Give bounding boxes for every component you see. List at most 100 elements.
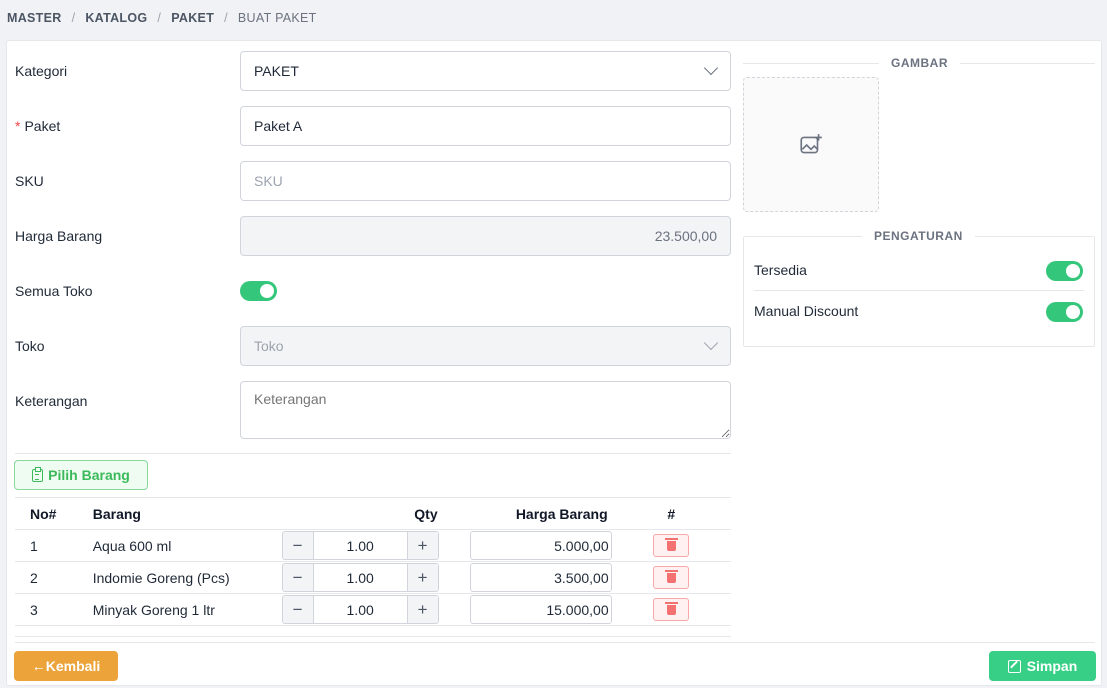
divider bbox=[15, 636, 731, 637]
toko-placeholder: Toko bbox=[254, 338, 284, 354]
kategori-row: Kategori PAKET bbox=[15, 51, 731, 91]
footer-divider bbox=[15, 642, 1095, 643]
harga-barang-input: 23.500,00 bbox=[240, 216, 731, 256]
delete-button[interactable] bbox=[653, 566, 690, 589]
breadcrumb-master[interactable]: MASTER bbox=[7, 11, 62, 25]
toko-row: Toko Toko bbox=[15, 326, 731, 366]
table-row: 2 Indomie Goreng (Pcs) − 1.00 + 3.500,00 bbox=[15, 561, 731, 594]
minus-button[interactable]: − bbox=[282, 596, 313, 623]
trash-icon bbox=[664, 569, 678, 583]
row-action-cell bbox=[611, 593, 731, 626]
breadcrumb-separator: / bbox=[71, 11, 76, 25]
quantity-input[interactable]: 1.00 bbox=[312, 532, 408, 559]
manual-discount-row: Manual Discount bbox=[754, 302, 1084, 323]
quantity-input[interactable]: 1.00 bbox=[312, 596, 408, 623]
kembali-label: Kembali bbox=[45, 658, 101, 674]
table-header-row: No# Barang Qty Harga Barang # bbox=[15, 497, 731, 530]
divider bbox=[754, 290, 1084, 291]
breadcrumb-separator: / bbox=[157, 11, 162, 25]
trash-icon bbox=[664, 537, 678, 551]
pilih-barang-button[interactable]: Pilih Barang bbox=[14, 460, 148, 490]
toko-label: Toko bbox=[15, 338, 45, 354]
image-add-icon bbox=[800, 133, 822, 153]
tersedia-row: Tersedia bbox=[754, 261, 1084, 282]
breadcrumb: MASTER / KATALOG / PAKET / BUAT PAKET bbox=[0, 0, 1107, 36]
quantity-stepper: − 1.00 + bbox=[281, 531, 439, 560]
harga-barang-value: 23.500,00 bbox=[654, 228, 717, 244]
harga-input[interactable]: 5.000,00 bbox=[469, 531, 612, 560]
tersedia-label: Tersedia bbox=[754, 262, 807, 278]
col-harga: Harga Barang bbox=[439, 497, 612, 530]
pilih-barang-label: Pilih Barang bbox=[48, 467, 130, 483]
manual-discount-toggle[interactable] bbox=[1046, 302, 1083, 322]
keterangan-label: Keterangan bbox=[15, 393, 88, 409]
col-no: No# bbox=[15, 497, 93, 530]
trash-icon bbox=[664, 601, 678, 615]
row-harga-cell: 15.000,00 bbox=[439, 593, 612, 626]
toggle-knob bbox=[260, 284, 274, 298]
row-qty-cell: − 1.00 + bbox=[281, 529, 440, 562]
harga-input[interactable]: 3.500,00 bbox=[469, 563, 612, 592]
col-barang: Barang bbox=[92, 497, 282, 530]
quantity-stepper: − 1.00 + bbox=[281, 595, 439, 624]
harga-input[interactable]: 15.000,00 bbox=[469, 595, 612, 624]
plus-button[interactable]: + bbox=[407, 564, 438, 591]
row-harga-cell: 5.000,00 bbox=[439, 529, 612, 562]
col-harga-text: Harga Barang bbox=[515, 505, 608, 522]
sku-label: SKU bbox=[15, 173, 44, 189]
simpan-label: Simpan bbox=[1026, 658, 1078, 674]
col-qty: Qty bbox=[281, 497, 440, 530]
breadcrumb-paket[interactable]: PAKET bbox=[171, 11, 214, 25]
delete-button[interactable] bbox=[653, 534, 690, 557]
kategori-label: Kategori bbox=[15, 63, 68, 79]
minus-button[interactable]: − bbox=[282, 532, 313, 559]
clipboard-icon bbox=[32, 466, 44, 482]
tersedia-toggle[interactable] bbox=[1046, 261, 1083, 281]
row-barang: Indomie Goreng (Pcs) bbox=[92, 561, 282, 594]
paket-label-text: Paket bbox=[24, 118, 61, 134]
toko-select: Toko bbox=[240, 326, 731, 366]
pengaturan-title: PENGATURAN bbox=[862, 229, 975, 243]
breadcrumb-katalog[interactable]: KATALOG bbox=[85, 11, 147, 25]
manual-discount-label: Manual Discount bbox=[754, 303, 859, 319]
paket-label: * Paket bbox=[15, 118, 60, 134]
quantity-input[interactable]: 1.00 bbox=[312, 564, 408, 591]
simpan-button[interactable]: Simpan bbox=[989, 651, 1096, 681]
semua-toko-label: Semua Toko bbox=[15, 283, 93, 299]
row-action-cell bbox=[611, 561, 731, 594]
kembali-button[interactable]: ← Kembali bbox=[14, 651, 118, 681]
sku-input[interactable]: SKU bbox=[240, 161, 731, 201]
keterangan-textarea[interactable] bbox=[240, 381, 731, 439]
keterangan-row: Keterangan bbox=[15, 381, 731, 439]
paket-value: Paket A bbox=[254, 118, 303, 134]
toggle-knob bbox=[1066, 264, 1080, 278]
required-mark: * bbox=[15, 118, 21, 134]
row-action-cell bbox=[611, 529, 731, 562]
delete-button[interactable] bbox=[653, 598, 690, 621]
plus-button[interactable]: + bbox=[407, 596, 438, 623]
minus-button[interactable]: − bbox=[282, 564, 313, 591]
items-table: No# Barang Qty Harga Barang # 1 Aqua 600… bbox=[15, 497, 731, 626]
row-barang: Aqua 600 ml bbox=[92, 529, 282, 562]
paket-input[interactable]: Paket A bbox=[240, 106, 731, 146]
image-upload[interactable] bbox=[743, 77, 879, 212]
harga-barang-label: Harga Barang bbox=[15, 228, 103, 244]
harga-barang-row: Harga Barang 23.500,00 bbox=[15, 216, 731, 256]
breadcrumb-current: BUAT PAKET bbox=[237, 11, 317, 25]
chevron-down-icon bbox=[703, 60, 719, 76]
row-qty-cell: − 1.00 + bbox=[281, 593, 440, 626]
sku-row: SKU SKU bbox=[15, 161, 731, 201]
row-barang: Minyak Goreng 1 ltr bbox=[92, 593, 282, 626]
sku-placeholder: SKU bbox=[254, 173, 283, 189]
table-row: 1 Aqua 600 ml − 1.00 + 5.000,00 bbox=[15, 529, 731, 562]
gambar-title: GAMBAR bbox=[879, 56, 960, 70]
arrow-left-icon: ← bbox=[31, 658, 46, 674]
row-no: 3 bbox=[15, 593, 93, 626]
semua-toko-toggle[interactable] bbox=[240, 281, 277, 301]
paket-row: * Paket Paket A bbox=[15, 106, 731, 146]
kategori-select[interactable]: PAKET bbox=[240, 51, 731, 91]
chevron-down-icon bbox=[703, 335, 719, 351]
quantity-stepper: − 1.00 + bbox=[281, 563, 439, 592]
plus-button[interactable]: + bbox=[407, 532, 438, 559]
row-harga-cell: 3.500,00 bbox=[439, 561, 612, 594]
